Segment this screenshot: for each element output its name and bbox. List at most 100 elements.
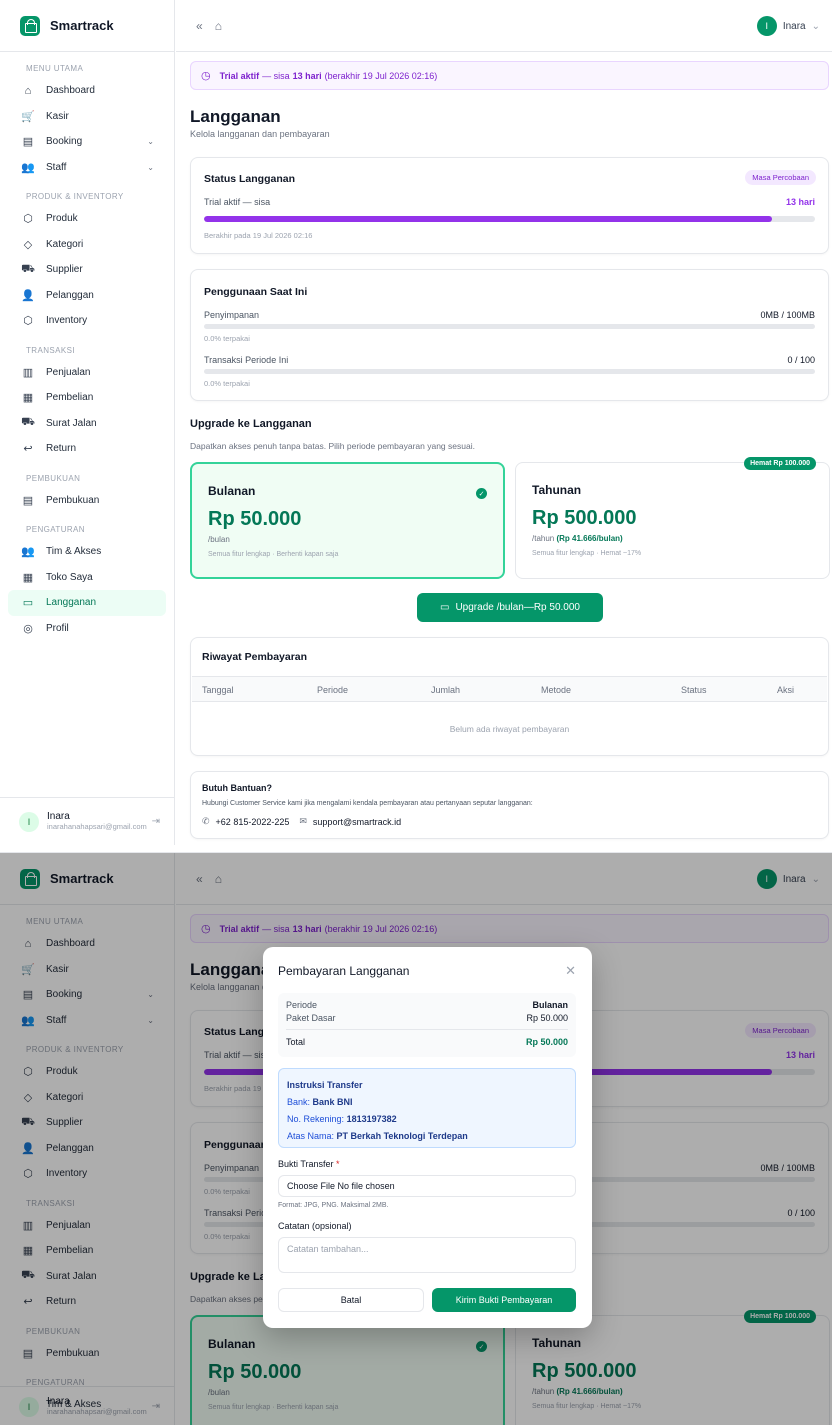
- help-email[interactable]: support@smartrack.id: [313, 817, 401, 827]
- avatar: I: [756, 16, 777, 36]
- account-name-label: Atas Nama:: [287, 1131, 335, 1141]
- summary-total-label: Total: [286, 1037, 306, 1047]
- summary-period-label: Periode: [286, 1000, 318, 1010]
- sidebar-item-toko-saya[interactable]: ▦ Toko Saya: [8, 565, 166, 591]
- sidebar-item-label: Pembukuan: [46, 494, 100, 506]
- delivery-icon: ⛟: [21, 416, 35, 429]
- account-name: PT Berkah Teknologi Terdepan: [336, 1131, 468, 1141]
- sidebar-item-kasir[interactable]: 🛒 Kasir: [8, 104, 166, 130]
- history-empty-state: Belum ada riwayat pembayaran: [449, 724, 570, 734]
- plan-monthly-features: Semua fitur lengkap · Berhenti kapan saj…: [208, 551, 339, 558]
- cancel-button[interactable]: Batal: [278, 1288, 424, 1312]
- sidebar-item-tim-akses[interactable]: 👥 Tim & Akses: [8, 539, 166, 565]
- status-days: 13 hari: [785, 197, 815, 207]
- sidebar: Smartrack MENU UTAMA ⌂ Dashboard 🛒 Kasir ▤ Boo…: [0, 0, 175, 845]
- calendar-icon: ▤: [22, 136, 34, 149]
- sidebar-item-kategori[interactable]: ◇ Kategori: [8, 232, 166, 258]
- sidebar-item-label: Staff: [46, 161, 67, 173]
- sidebar-item-produk[interactable]: ⬡ Produk: [8, 206, 166, 232]
- sidebar-item-surat-jalan[interactable]: ⛟ Surat Jalan: [8, 411, 166, 437]
- clock-icon: ◷: [201, 70, 211, 82]
- storage-label: Penyimpanan: [204, 310, 260, 320]
- topbar: « ⌂ I Inara ⌄: [176, 0, 832, 52]
- plan-monthly-card[interactable]: Bulanan ✓ Rp 50.000 /bulan Semua fitur l…: [190, 462, 505, 579]
- sidebar-item-staff[interactable]: 👥 Staff ⌄: [8, 155, 166, 181]
- home-icon: ⌂: [24, 84, 32, 97]
- sidebar-item-pelanggan[interactable]: 👤 Pelanggan: [8, 283, 166, 309]
- payment-summary: Periode Bulanan Paket Dasar Rp 50.000 Tota…: [278, 993, 576, 1057]
- trial-bold: Trial aktif: [219, 70, 260, 81]
- page-title: Langganan: [190, 107, 281, 126]
- sidebar-section-title: PENGATURAN: [26, 525, 85, 534]
- summary-total-value: Rp 50.000: [525, 1037, 568, 1047]
- user-menu[interactable]: I Inara ⌄: [756, 0, 820, 52]
- sidebar-item-dashboard[interactable]: ⌂ Dashboard: [8, 78, 166, 104]
- note-textarea[interactable]: Catatan tambahan...: [278, 1237, 576, 1273]
- credit-card-icon: ▭: [440, 602, 450, 613]
- package-icon: ⬡: [23, 315, 33, 328]
- close-icon[interactable]: ✕: [565, 963, 576, 979]
- users-icon: 👤: [21, 289, 35, 302]
- col-jumlah: Jumlah: [431, 685, 461, 695]
- history-table-header: Tanggal Periode Jumlah Metode Status Aks…: [192, 676, 827, 702]
- subscription-page-view: Smartrack MENU UTAMA ⌂ Dashboard 🛒 Kasir ▤ Boo…: [0, 0, 832, 845]
- sidebar-item-inventory[interactable]: ⬡ Inventory: [8, 308, 166, 334]
- trial-progress-bar: [204, 216, 815, 222]
- bag-logo-icon: [20, 15, 40, 36]
- sidebar-item-penjualan[interactable]: ▥ Penjualan: [8, 360, 166, 386]
- status-badge: Masa Percobaan: [745, 170, 816, 185]
- sidebar-nav: MENU UTAMA ⌂ Dashboard 🛒 Kasir ▤ Booking ⌄ 👥 Staf…: [0, 52, 174, 641]
- sidebar-section-title: PEMBUKUAN: [26, 473, 81, 483]
- sidebar-item-label: Pembelian: [46, 392, 94, 404]
- plan-yearly-name: Tahunan: [532, 483, 582, 497]
- return-icon: ↩: [23, 443, 33, 456]
- home-icon[interactable]: ⌂: [215, 19, 222, 33]
- profile-icon: ◎: [23, 622, 33, 635]
- sidebar-item-pembukuan[interactable]: ▤ Pembukuan: [8, 488, 166, 514]
- transactions-note: 0.0% terpakai: [204, 379, 250, 388]
- collapse-sidebar-icon[interactable]: «: [196, 19, 203, 33]
- mail-icon: ✉: [299, 816, 307, 826]
- summary-package-value: Rp 50.000: [526, 1013, 568, 1023]
- help-phone[interactable]: +62 815-2022-225: [216, 817, 290, 827]
- sidebar-item-supplier[interactable]: ⛟ Supplier: [8, 257, 166, 283]
- col-tanggal: Tanggal: [202, 685, 234, 695]
- cart-icon: 🛒: [21, 110, 35, 123]
- team-icon: 👥: [21, 546, 35, 559]
- help-text: Hubungi Customer Service kami jika menga…: [202, 800, 533, 807]
- sidebar-item-label: Kasir: [46, 110, 69, 122]
- sidebar-item-langganan[interactable]: ▭ Langganan: [8, 590, 166, 616]
- file-input[interactable]: Choose File No file chosen: [278, 1175, 576, 1197]
- tag-icon: ◇: [23, 238, 33, 251]
- summary-package-label: Paket Dasar: [286, 1013, 336, 1023]
- sidebar-item-booking[interactable]: ▤ Booking ⌄: [8, 129, 166, 155]
- trial-banner: ◷ Trial aktif — sisa 13 hari (berakhir 1…: [190, 61, 829, 90]
- status-title: Status Langganan: [204, 173, 296, 185]
- file-hint: Format: JPG, PNG. Maksimal 2MB.: [278, 1202, 389, 1209]
- sidebar-item-label: Profil: [46, 622, 69, 634]
- submit-proof-button[interactable]: Kirim Bukti Pembayaran: [432, 1288, 576, 1312]
- brand[interactable]: Smartrack: [0, 0, 174, 52]
- payment-history-card: Riwayat Pembayaran Tanggal Periode Jumla…: [190, 637, 829, 756]
- sidebar-item-pembelian[interactable]: ▦ Pembelian: [8, 385, 166, 411]
- plan-yearly-unit: /tahun: [532, 534, 555, 543]
- transactions-progress-bar: [204, 369, 815, 374]
- user-menu-name: Inara: [782, 20, 806, 32]
- note-label: Catatan (opsional): [278, 1221, 352, 1231]
- sidebar-item-label: Inventory: [46, 315, 88, 327]
- upgrade-button[interactable]: ▭ Upgrade /bulan—Rp 50.000: [417, 593, 603, 622]
- sidebar-user[interactable]: I Inara inarahanahapsari@gmail.com ⇥: [0, 797, 174, 845]
- choose-file-button[interactable]: Choose File: [287, 1181, 335, 1191]
- plan-yearly-card[interactable]: Tahunan Rp 500.000 /tahun (Rp 41.666/bul…: [515, 462, 830, 579]
- logout-icon[interactable]: ⇥: [152, 816, 160, 827]
- sidebar-item-label: Produk: [46, 213, 78, 225]
- sidebar-item-return[interactable]: ↩ Return: [8, 436, 166, 462]
- usage-card: Penggunaan Saat Ini Penyimpanan 0MB / 10…: [190, 269, 829, 401]
- sidebar-item-label: Dashboard: [46, 85, 95, 97]
- chevron-down-icon: ⌄: [147, 162, 154, 172]
- sidebar-item-profil[interactable]: ◎ Profil: [8, 616, 166, 642]
- status-label: Trial aktif — sisa: [204, 197, 271, 207]
- modal-title: Pembayaran Langganan: [278, 964, 410, 978]
- chevron-down-icon: ⌄: [811, 20, 820, 32]
- sidebar-section-title: PRODUK & INVENTORY: [26, 192, 124, 201]
